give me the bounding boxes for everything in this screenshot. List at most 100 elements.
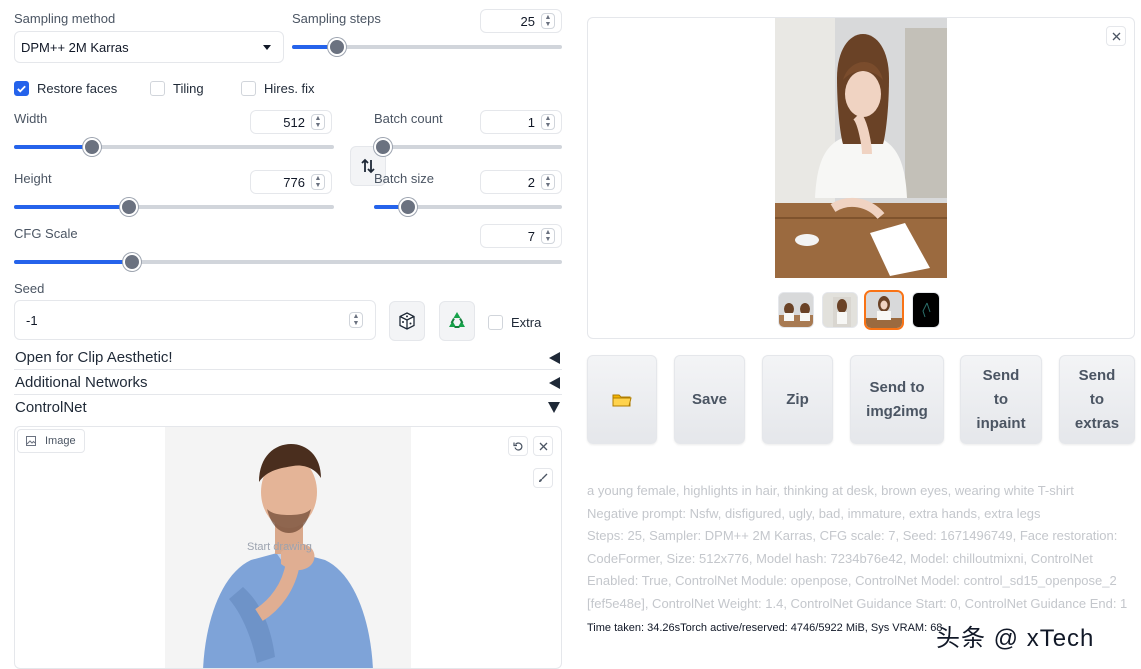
- prompt-text: a young female, highlights in hair, thin…: [587, 483, 1074, 498]
- zip-label: Zip: [786, 390, 809, 408]
- tiling-checkbox[interactable]: Tiling: [150, 81, 204, 96]
- button-label-line: extras: [1074, 414, 1120, 432]
- time-taken-text: Time taken: 34.26sTorch active/reserved:…: [587, 622, 943, 634]
- cfg-scale-slider[interactable]: [14, 253, 562, 271]
- random-seed-button[interactable]: [389, 301, 425, 341]
- batch-size-label: Batch size: [374, 171, 434, 186]
- caret-left-icon: [549, 377, 560, 389]
- width-slider[interactable]: [14, 138, 334, 156]
- txt2img-panel: Sampling method DPM++ 2M Karras Sampling…: [0, 0, 1141, 669]
- send-to-inpaint-button[interactable]: Send to inpaint: [960, 355, 1042, 444]
- extra-seed-checkbox[interactable]: Extra: [488, 315, 541, 330]
- gallery-thumbnail-selected[interactable]: [864, 290, 904, 330]
- save-label: Save: [691, 390, 728, 408]
- stepper-icon[interactable]: ▲ ▼: [311, 114, 325, 130]
- caret-down-icon: [548, 402, 560, 413]
- stepper-icon[interactable]: ▲ ▼: [541, 114, 555, 130]
- batch-size-input[interactable]: 2 ▲ ▼: [480, 170, 562, 194]
- height-value: 776: [283, 174, 305, 190]
- button-label-line: Send: [1078, 366, 1116, 384]
- generated-image: [775, 18, 947, 278]
- cfg-scale-value: 7: [527, 228, 535, 244]
- slider-thumb[interactable]: [120, 198, 138, 216]
- close-icon: [1112, 32, 1120, 40]
- output-gallery: [587, 17, 1135, 339]
- controlnet-image-panel: Image Start drawing: [14, 426, 562, 669]
- undo-icon: [513, 442, 523, 451]
- height-input[interactable]: 776 ▲ ▼: [250, 170, 332, 194]
- button-label-line: img2img: [866, 402, 928, 420]
- additional-networks-accordion[interactable]: Additional Networks: [14, 371, 562, 395]
- close-preview-button[interactable]: [1106, 26, 1126, 46]
- stepper-icon[interactable]: ▲ ▼: [349, 312, 363, 328]
- clip-aesthetic-accordion[interactable]: Open for Clip Aesthetic!: [14, 346, 562, 370]
- checkbox-checked-icon: [14, 81, 29, 96]
- slider-thumb[interactable]: [399, 198, 417, 216]
- stepper-icon[interactable]: ▲ ▼: [541, 13, 555, 29]
- stepper-icon[interactable]: ▲ ▼: [541, 174, 555, 190]
- sampling-method-select[interactable]: DPM++ 2M Karras: [14, 31, 284, 63]
- image-tab[interactable]: Image: [17, 429, 85, 453]
- generated-image-preview[interactable]: [775, 18, 947, 278]
- swap-vertical-arrows-icon: [361, 158, 375, 174]
- checkbox-icon: [488, 315, 503, 330]
- height-label: Height: [14, 171, 52, 186]
- send-to-extras-button[interactable]: Send to extras: [1059, 355, 1135, 444]
- chevron-down-icon: [263, 45, 271, 50]
- parameters-text: Enabled: True, ControlNet Module: openpo…: [587, 573, 1117, 589]
- batch-size-value: 2: [527, 174, 535, 190]
- image-tab-label: Image: [45, 435, 76, 447]
- gallery-thumbnail[interactable]: [822, 292, 858, 328]
- width-input[interactable]: 512 ▲ ▼: [250, 110, 332, 134]
- folder-icon: [612, 394, 632, 406]
- height-slider[interactable]: [14, 198, 334, 216]
- open-folder-button[interactable]: [587, 355, 657, 444]
- brush-icon: [539, 473, 548, 482]
- parameters-text: CodeFormer, Size: 512x776, Model hash: 7…: [587, 550, 1093, 566]
- slider-thumb[interactable]: [83, 138, 101, 156]
- slider-thumb[interactable]: [374, 138, 392, 156]
- brush-button[interactable]: [533, 468, 553, 488]
- hires-fix-checkbox[interactable]: Hires. fix: [241, 81, 315, 96]
- batch-size-slider[interactable]: [374, 198, 562, 216]
- button-label-line: inpaint: [976, 414, 1026, 432]
- button-label-line: Send to: [869, 378, 925, 396]
- sampling-steps-label: Sampling steps: [292, 11, 381, 26]
- cfg-scale-input[interactable]: 7 ▲ ▼: [480, 224, 562, 248]
- sampling-steps-input[interactable]: 25 ▲ ▼: [480, 9, 562, 33]
- zip-button[interactable]: Zip: [762, 355, 833, 444]
- slider-thumb[interactable]: [328, 38, 346, 56]
- sampling-steps-slider[interactable]: [292, 38, 562, 56]
- accordion-title: Additional Networks: [15, 374, 148, 391]
- batch-count-input[interactable]: 1 ▲ ▼: [480, 110, 562, 134]
- stepper-icon[interactable]: ▲ ▼: [541, 228, 555, 244]
- restore-faces-checkbox[interactable]: Restore faces: [14, 81, 117, 96]
- seed-value: -1: [26, 312, 38, 328]
- extra-label: Extra: [511, 315, 542, 330]
- undo-button[interactable]: [508, 436, 528, 456]
- seed-label: Seed: [14, 281, 45, 296]
- send-to-img2img-button[interactable]: Send to img2img: [850, 355, 944, 444]
- batch-count-slider[interactable]: [374, 138, 562, 156]
- dice-icon: [399, 312, 415, 330]
- close-icon: [539, 442, 547, 450]
- save-button[interactable]: Save: [674, 355, 745, 444]
- checkbox-icon: [241, 81, 256, 96]
- thumbnail-image: [779, 293, 813, 327]
- clear-button[interactable]: [533, 436, 553, 456]
- gallery-thumbnail-pose[interactable]: [912, 292, 940, 328]
- controlnet-accordion[interactable]: ControlNet: [14, 395, 562, 419]
- negative-prompt-text: Negative prompt: Nsfw, disfigured, ugly,…: [587, 505, 1041, 521]
- button-label-line: Send: [982, 366, 1020, 384]
- stepper-icon[interactable]: ▲ ▼: [311, 174, 325, 190]
- image-icon: [26, 436, 36, 446]
- reuse-seed-button[interactable]: [439, 301, 475, 341]
- controlnet-reference-image[interactable]: Start drawing: [165, 427, 411, 668]
- gallery-thumbnail[interactable]: [778, 292, 814, 328]
- slider-thumb[interactable]: [123, 253, 141, 271]
- hires-fix-label: Hires. fix: [264, 81, 315, 96]
- parameters-text: [fef5e48e], ControlNet Weight: 1.4, Cont…: [587, 595, 1128, 611]
- generation-info: a young female, highlights in hair, thin…: [587, 480, 1135, 616]
- seed-input[interactable]: -1 ▲ ▼: [14, 300, 376, 340]
- button-label-line: to: [993, 390, 1009, 408]
